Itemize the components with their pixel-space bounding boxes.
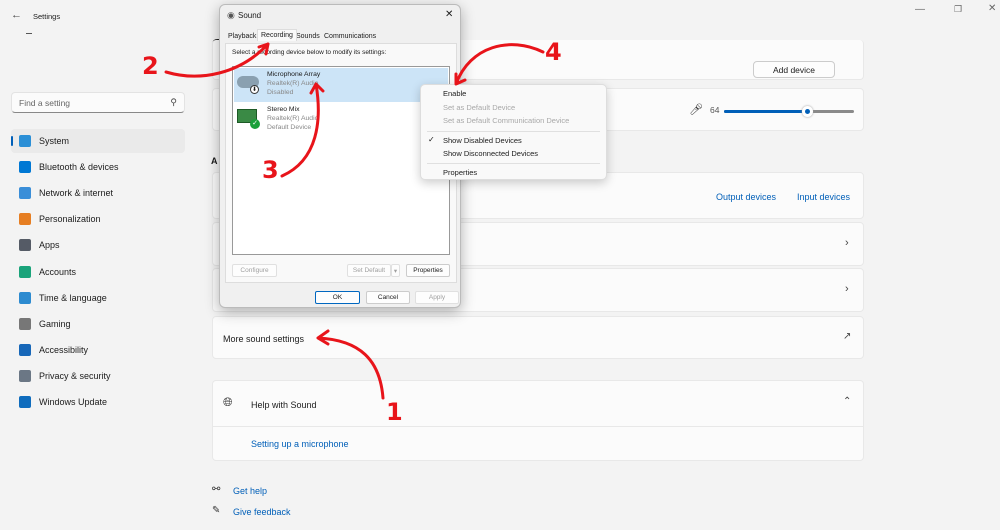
arrow-1 [316,329,385,400]
annotation-4: 4 [545,38,562,66]
annotation-3: 3 [262,156,279,184]
tab-recording[interactable]: Recording [257,29,297,41]
annotation-1: 1 [386,398,403,426]
annotation-2: 2 [142,52,159,80]
arrow-3 [280,82,325,178]
arrow-4 [454,43,545,86]
arrow-2 [164,42,270,78]
